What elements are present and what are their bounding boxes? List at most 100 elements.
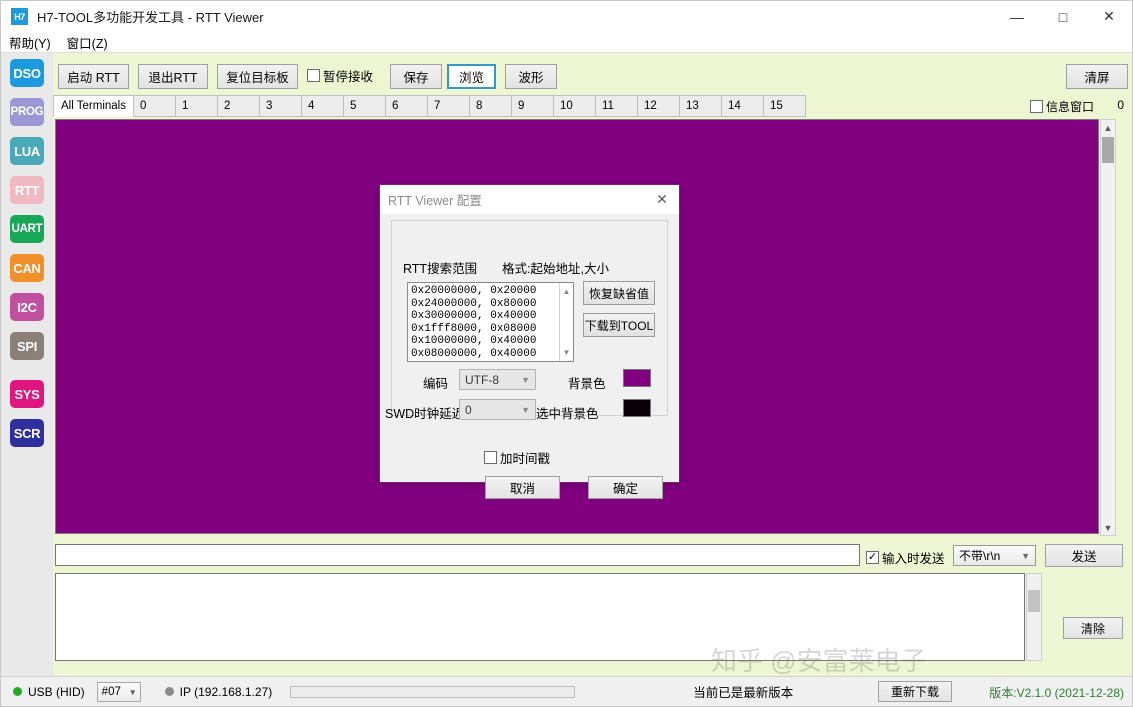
log-scrollbar[interactable] — [1026, 573, 1042, 661]
restore-defaults-button[interactable]: 恢复缺省值 — [583, 281, 655, 305]
ip-status-label: IP (192.168.1.27) — [179, 684, 273, 699]
tab-12[interactable]: 12 — [637, 95, 680, 117]
swd-delay-label: SWD时钟延迟 — [385, 407, 465, 421]
download-to-tool-button[interactable]: 下载到TOOL — [583, 313, 655, 337]
list-item[interactable]: 0x1fff8000, 0x08000 — [411, 323, 573, 336]
sel-bg-color-label: 选中背景色 — [536, 407, 599, 421]
progress-bar — [290, 685, 576, 698]
cancel-button[interactable]: 取消 — [485, 476, 560, 499]
reset-target-button[interactable]: 复位目标板 — [217, 64, 298, 89]
search-range-label: RTT搜索范围 — [403, 262, 478, 276]
tab-13[interactable]: 13 — [679, 95, 722, 117]
list-item[interactable]: 0x30000000, 0x40000 — [411, 310, 573, 323]
scroll-up-icon[interactable]: ▲ — [560, 285, 573, 298]
timestamp-label: 加时间戳 — [500, 452, 551, 466]
scroll-down-icon[interactable]: ▼ — [1101, 520, 1115, 535]
usb-status-dot-icon — [13, 687, 22, 696]
address-list-scrollbar[interactable]: ▲ ▼ — [559, 283, 573, 361]
tab-7[interactable]: 7 — [427, 95, 470, 117]
send-on-input-checkbox[interactable]: ✓ 输入时发送 — [866, 548, 945, 567]
sidebar-item-i2c[interactable]: I2C — [10, 293, 44, 321]
send-input[interactable] — [55, 544, 860, 566]
menu-item-window[interactable]: 窗口(Z) — [59, 31, 116, 54]
tab-11[interactable]: 11 — [595, 95, 638, 117]
tab-0[interactable]: 0 — [133, 95, 176, 117]
redownload-button[interactable]: 重新下载 — [878, 681, 952, 702]
newline-mode-value: 不带\r\n — [959, 549, 1001, 563]
info-window-checkbox-box — [1029, 100, 1043, 113]
list-item[interactable]: 0x10000000, 0x40000 — [411, 335, 573, 348]
scroll-down-icon[interactable]: ▼ — [560, 346, 573, 359]
tab-3[interactable]: 3 — [259, 95, 302, 117]
address-range-list[interactable]: 0x20000000, 0x20000 0x24000000, 0x80000 … — [407, 282, 574, 362]
ip-status: IP (192.168.1.27) — [164, 684, 273, 699]
close-icon[interactable]: ✕ — [1086, 1, 1132, 32]
encoding-select[interactable]: UTF-8 ▼ — [459, 369, 536, 390]
send-on-input-label: 输入时发送 — [882, 552, 945, 566]
list-item[interactable]: 0x24000000, 0x80000 — [411, 298, 573, 311]
encoding-value: UTF-8 — [465, 372, 499, 387]
encoding-label: 编码 — [423, 377, 449, 391]
info-window-checkbox[interactable]: 信息窗口 — [1029, 98, 1094, 115]
tab-2[interactable]: 2 — [217, 95, 260, 117]
chevron-down-icon: ▼ — [521, 375, 530, 385]
clear-log-button[interactable]: 清除 — [1063, 617, 1123, 639]
chevron-down-icon: ▼ — [521, 405, 530, 415]
tab-5[interactable]: 5 — [343, 95, 386, 117]
dialog-body: RTT搜索范围 格式:起始地址,大小 0x20000000, 0x20000 0… — [380, 214, 679, 499]
maximize-icon[interactable]: □ — [1040, 1, 1086, 32]
sidebar-item-sys[interactable]: SYS — [10, 380, 44, 408]
tab-8[interactable]: 8 — [469, 95, 512, 117]
sidebar-item-rtt[interactable]: RTT — [10, 176, 44, 204]
sidebar-item-uart[interactable]: UART — [10, 215, 44, 243]
sidebar-item-lua[interactable]: LUA — [10, 137, 44, 165]
status-bar: USB (HID) #07 ▼ IP (192.168.1.27) 当前已是最新… — [1, 676, 1132, 706]
tab-all-terminals[interactable]: All Terminals — [53, 95, 134, 117]
exit-rtt-button[interactable]: 退出RTT — [138, 64, 208, 89]
tab-6[interactable]: 6 — [385, 95, 428, 117]
waveform-button[interactable]: 波形 — [505, 64, 557, 89]
list-item[interactable]: 0x20000000, 0x20000 — [411, 285, 573, 298]
tab-14[interactable]: 14 — [721, 95, 764, 117]
toolbar: 启动 RTT 退出RTT 复位目标板 暂停接收 保存 浏览 波形 清屏 — [53, 53, 1132, 95]
terminal-tabs: All Terminals 0 1 2 3 4 5 6 7 8 9 10 11 … — [53, 95, 806, 117]
tab-1[interactable]: 1 — [175, 95, 218, 117]
browse-button[interactable]: 浏览 — [447, 64, 496, 89]
sel-bg-color-swatch[interactable] — [623, 399, 651, 417]
swd-delay-select[interactable]: 0 ▼ — [459, 399, 536, 420]
sidebar-item-spi[interactable]: SPI — [10, 332, 44, 360]
timestamp-checkbox-box — [484, 451, 497, 464]
sidebar-item-can[interactable]: CAN — [10, 254, 44, 282]
tab-10[interactable]: 10 — [553, 95, 596, 117]
menu-item-help[interactable]: 帮助(Y) — [1, 31, 59, 54]
title-bar: H7 H7-TOOL多功能开发工具 - RTT Viewer — □ ✕ — [1, 1, 1132, 32]
clear-screen-button[interactable]: 清屏 — [1066, 64, 1128, 89]
send-button[interactable]: 发送 — [1045, 544, 1123, 567]
usb-status: USB (HID) — [13, 685, 85, 699]
dialog-close-icon[interactable]: ✕ — [645, 185, 679, 214]
save-button[interactable]: 保存 — [390, 64, 442, 89]
tab-9[interactable]: 9 — [511, 95, 554, 117]
bg-color-swatch[interactable] — [623, 369, 651, 387]
scrollbar-thumb[interactable] — [1102, 137, 1114, 163]
timestamp-checkbox[interactable]: 加时间戳 — [484, 448, 550, 467]
log-output[interactable] — [55, 573, 1025, 661]
address-range-items: 0x20000000, 0x20000 0x24000000, 0x80000 … — [408, 283, 573, 361]
version-text: 版本:V2.1.0 (2021-12-28) — [989, 686, 1124, 700]
tab-4[interactable]: 4 — [301, 95, 344, 117]
start-rtt-button[interactable]: 启动 RTT — [58, 64, 129, 89]
sidebar-divider — [1, 371, 53, 380]
newline-mode-select[interactable]: 不带\r\n ▼ — [953, 545, 1036, 566]
device-select[interactable]: #07 ▼ — [96, 681, 141, 702]
tab-15[interactable]: 15 — [763, 95, 806, 117]
sidebar-item-scr[interactable]: SCR — [10, 419, 44, 447]
list-item[interactable]: 0x08000000, 0x40000 — [411, 348, 573, 361]
terminal-scrollbar[interactable]: ▲ ▼ — [1100, 119, 1116, 536]
sidebar-item-prog[interactable]: PROG — [10, 98, 44, 126]
log-scrollbar-thumb[interactable] — [1028, 590, 1040, 612]
sidebar-item-dso[interactable]: DSO — [10, 59, 44, 87]
ok-button[interactable]: 确定 — [588, 476, 663, 499]
scroll-up-icon[interactable]: ▲ — [1101, 120, 1115, 135]
pause-receive-checkbox[interactable]: 暂停接收 — [307, 66, 373, 85]
minimize-icon[interactable]: — — [994, 1, 1040, 32]
